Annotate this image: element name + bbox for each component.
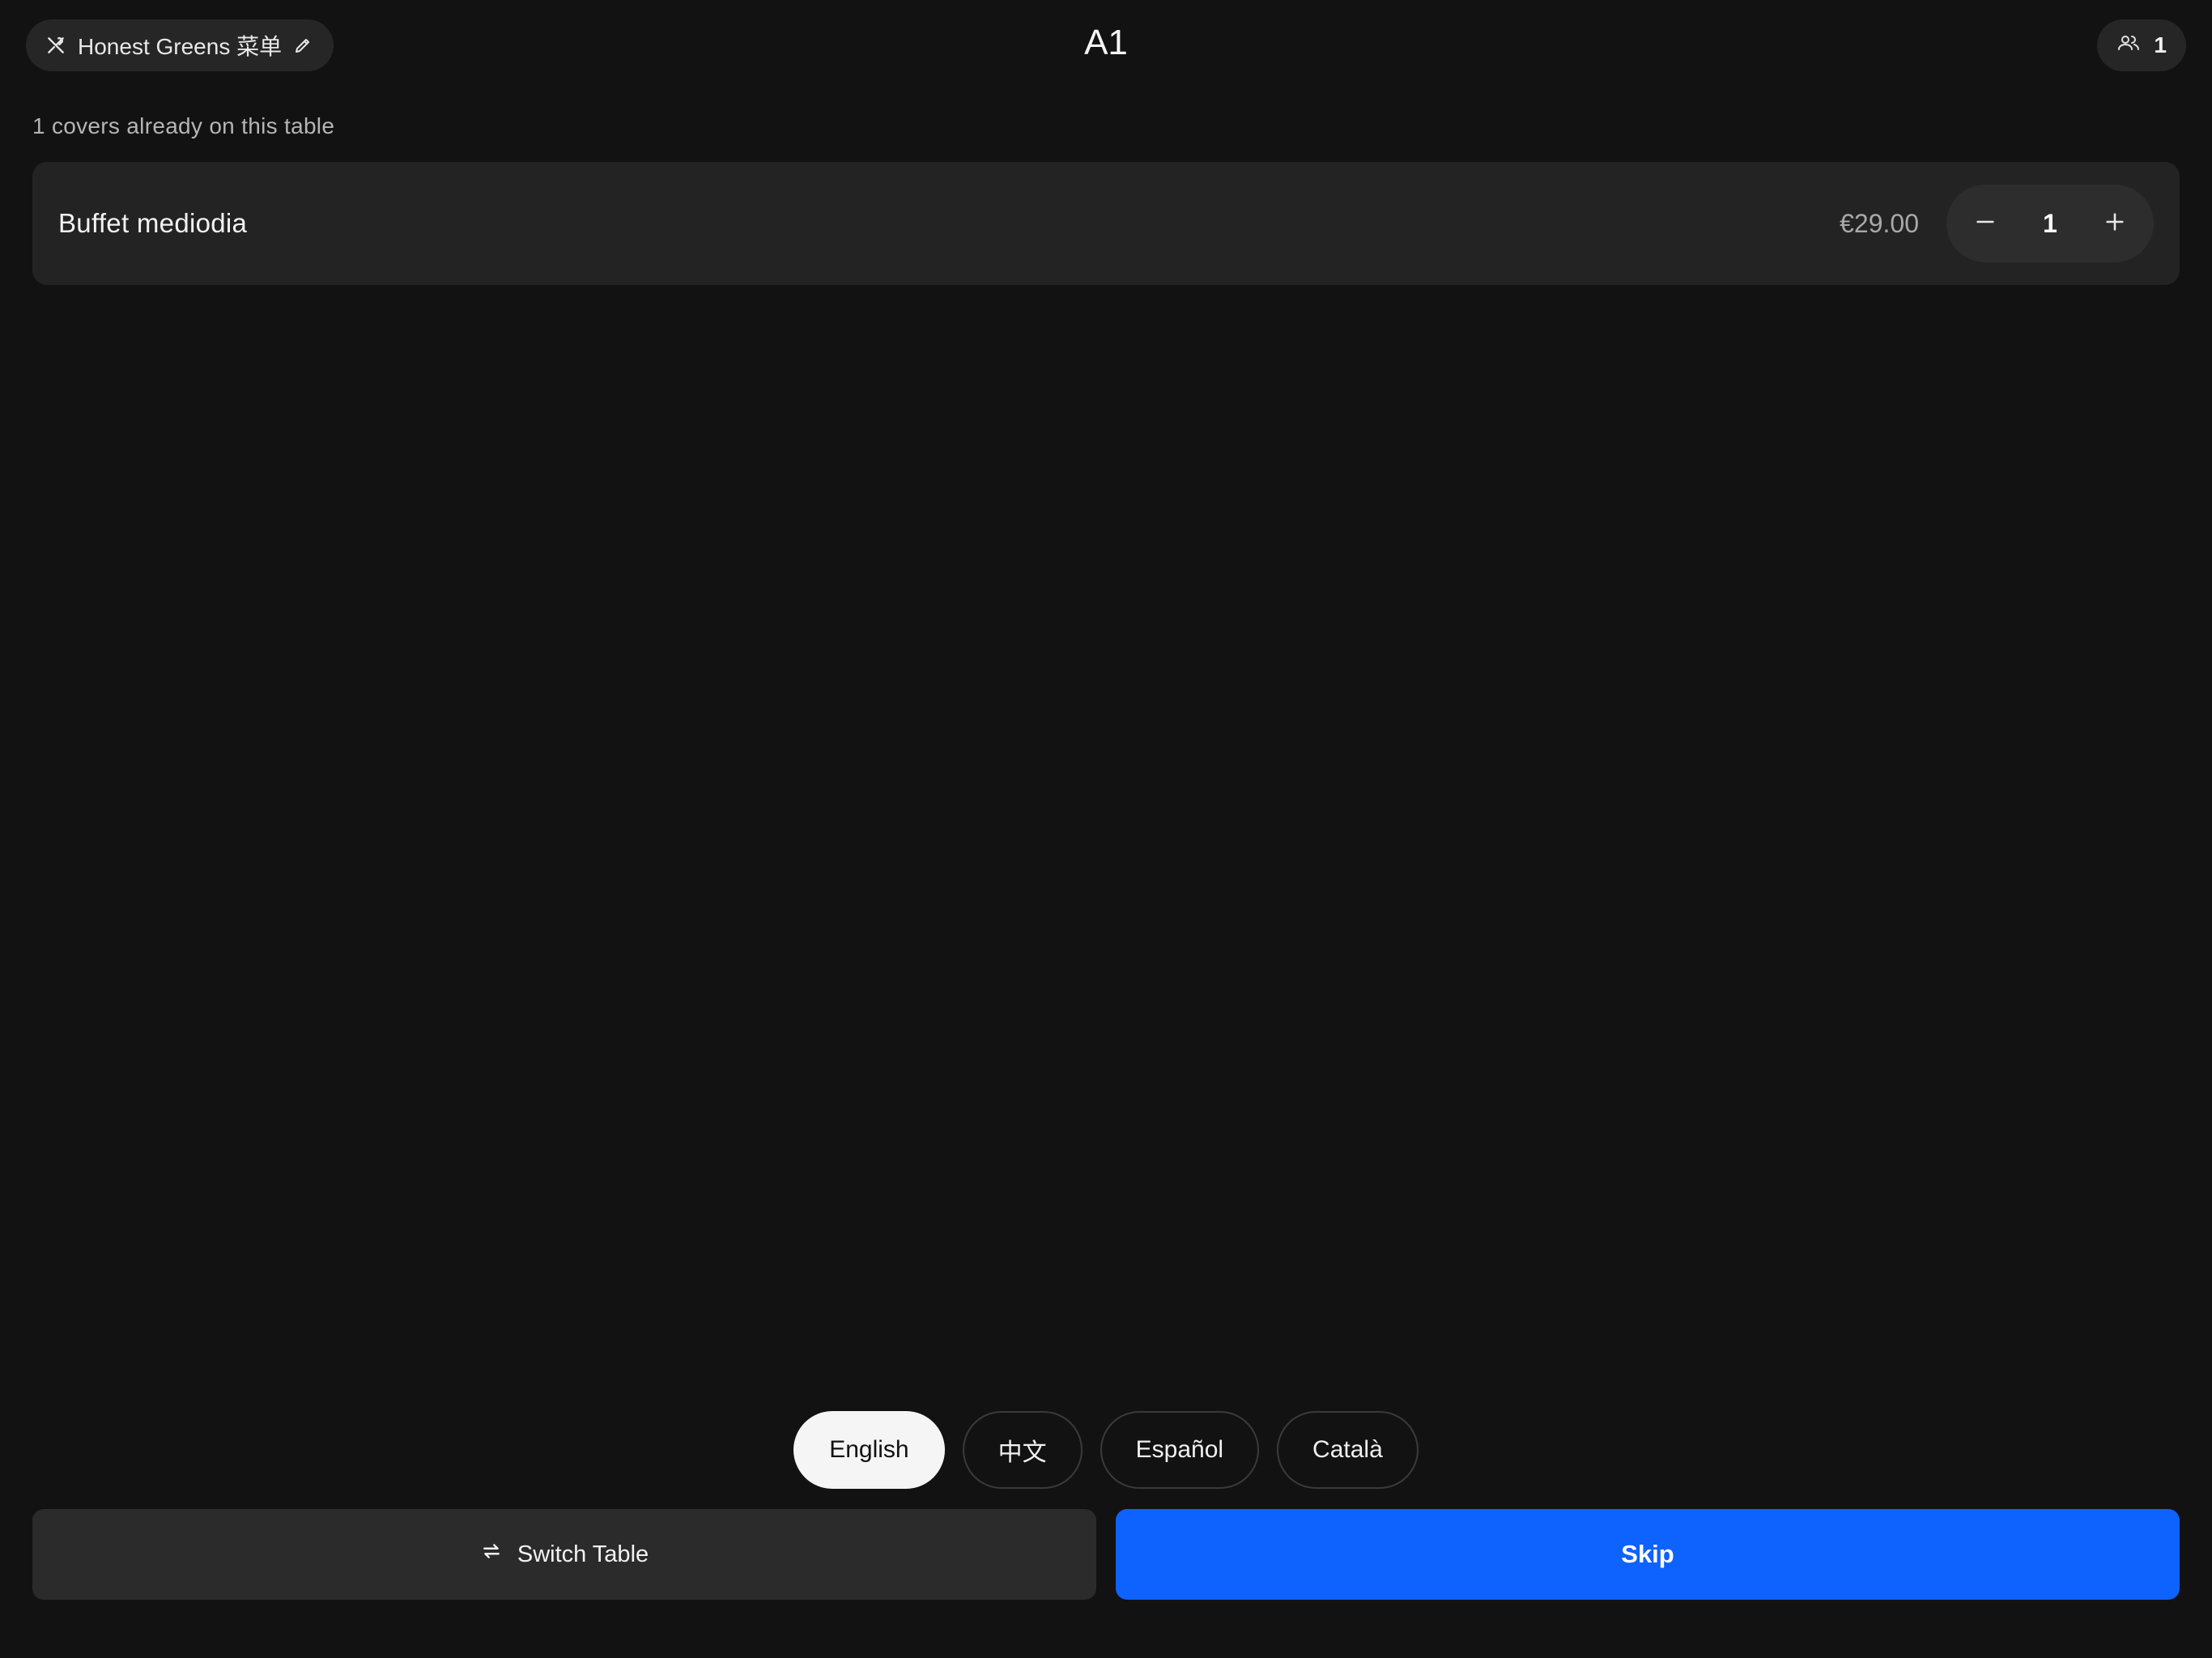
quantity-stepper: 1 bbox=[1946, 185, 2154, 262]
language-selector: English 中文 Español Català bbox=[0, 1411, 2212, 1489]
quantity-value: 1 bbox=[2043, 208, 2057, 238]
list-item: Buffet mediodia €29.00 1 bbox=[32, 162, 2180, 285]
covers-note: 1 covers already on this table bbox=[32, 113, 335, 138]
language-option-catalan[interactable]: Català bbox=[1277, 1411, 1419, 1489]
language-option-spanish[interactable]: Español bbox=[1100, 1411, 1260, 1489]
guest-count-button[interactable]: 1 bbox=[2097, 19, 2186, 71]
minus-icon bbox=[1974, 210, 1997, 237]
switch-table-button[interactable]: Switch Table bbox=[32, 1509, 1096, 1600]
page: Honest Greens 菜单 A1 1 1 covers already o… bbox=[0, 0, 2212, 1658]
switch-table-label: Switch Table bbox=[517, 1541, 649, 1567]
users-icon bbox=[2116, 32, 2141, 59]
item-name: Buffet mediodia bbox=[58, 208, 248, 238]
guest-count-value: 1 bbox=[2154, 32, 2167, 57]
swap-arrows-icon bbox=[480, 1541, 503, 1568]
skip-button[interactable]: Skip bbox=[1116, 1509, 2180, 1600]
increment-button[interactable] bbox=[2092, 201, 2138, 246]
decrement-button[interactable] bbox=[1963, 201, 2008, 246]
table-title: A1 bbox=[1084, 23, 1128, 62]
language-option-chinese[interactable]: 中文 bbox=[962, 1411, 1083, 1489]
plus-icon bbox=[2104, 210, 2126, 237]
item-price: €29.00 bbox=[1840, 208, 1919, 238]
language-option-english[interactable]: English bbox=[793, 1411, 945, 1489]
